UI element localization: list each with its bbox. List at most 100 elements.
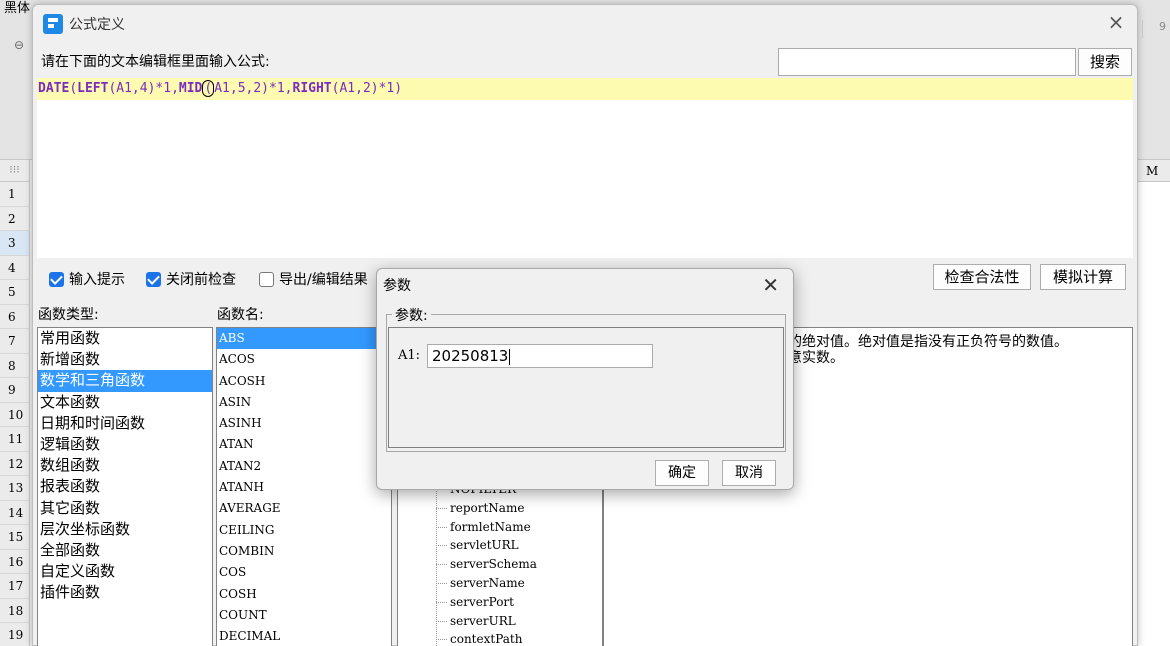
category-item[interactable]: 文本函数 <box>38 392 212 413</box>
category-item[interactable]: 报表函数 <box>38 476 212 497</box>
app-logo-icon <box>43 14 63 34</box>
row-header-column: 1 2 3 4 5 6 7 8 9 10 11 12 13 14 15 16 1… <box>0 182 30 646</box>
category-item[interactable]: 逻辑函数 <box>38 434 212 455</box>
tree-item[interactable]: serverName <box>398 574 602 593</box>
dialog-titlebar: 公式定义 × <box>33 5 1137 41</box>
row-number[interactable]: 15 <box>0 525 30 550</box>
matched-paren: ( <box>202 80 215 97</box>
formula-token: RIGHT <box>292 81 332 96</box>
close-icon[interactable]: ✕ <box>762 273 779 297</box>
row-number[interactable]: 6 <box>0 304 30 329</box>
checkbox-checked-icon[interactable] <box>146 271 161 287</box>
function-item[interactable]: ACOSH <box>217 371 391 392</box>
tree-item[interactable]: servletURL <box>398 536 602 555</box>
row-number[interactable]: 17 <box>0 574 30 599</box>
category-item-selected[interactable]: 数学和三角函数 <box>38 370 212 392</box>
tree-item[interactable]: reportName <box>398 499 602 518</box>
function-item[interactable]: ACOS <box>217 349 391 370</box>
parameter-group: 参数: A1: 20250813 <box>386 305 786 452</box>
parameter-value: 20250813 <box>432 347 509 365</box>
parameter-field-label: A1: <box>398 348 421 363</box>
parameter-value-input[interactable]: 20250813 <box>427 344 653 368</box>
row-number[interactable]: 3 <box>0 231 30 256</box>
function-category-list[interactable]: 常用函数 新增函数 数学和三角函数 文本函数 日期和时间函数 逻辑函数 数组函数… <box>37 327 213 646</box>
check-validity-button[interactable]: 检查合法性 <box>933 264 1031 290</box>
function-item-selected[interactable]: ABS <box>217 328 391 350</box>
input-hint-option[interactable]: 输入提示 <box>49 269 125 289</box>
function-item[interactable]: COS <box>217 562 391 583</box>
function-name-label: 函数名: <box>217 307 264 323</box>
search-button[interactable]: 搜索 <box>1078 48 1132 76</box>
checkbox-unchecked-icon[interactable] <box>259 271 274 287</box>
row-number[interactable]: 18 <box>0 598 30 623</box>
category-item[interactable]: 日期和时间函数 <box>38 413 212 434</box>
formula-token: LEFT <box>77 81 109 96</box>
row-number[interactable]: 7 <box>0 329 30 354</box>
function-item[interactable]: CEILING <box>217 520 391 541</box>
row-number[interactable]: 16 <box>0 549 30 574</box>
row-number[interactable]: 4 <box>0 255 30 280</box>
column-header[interactable]: M <box>1138 160 1170 182</box>
parameter-dialog-title: 参数 <box>383 278 411 294</box>
function-name-list[interactable]: ABS ACOS ACOSH ASIN ASINH ATAN ATAN2 ATA… <box>216 327 392 646</box>
row-number[interactable]: 8 <box>0 353 30 378</box>
row-number[interactable]: 11 <box>0 427 30 452</box>
simulate-button[interactable]: 模拟计算 <box>1040 264 1126 290</box>
category-item[interactable]: 自定义函数 <box>38 561 212 582</box>
text-caret <box>509 348 511 365</box>
formula-token: MID <box>178 81 203 96</box>
select-all-corner[interactable]: ⁝⁝⁝ <box>0 160 30 182</box>
row-number[interactable]: 9 <box>0 378 30 403</box>
formula-token: (A1,4)*1, <box>108 81 179 96</box>
row-number[interactable]: 10 <box>0 402 30 427</box>
tree-item[interactable]: serverURL <box>398 612 602 631</box>
ok-button[interactable]: 确定 <box>655 460 709 486</box>
formula-token: ( <box>69 81 78 96</box>
cancel-button[interactable]: 取消 <box>722 460 776 486</box>
export-edit-result-option[interactable]: 导出/编辑结果 <box>259 269 368 289</box>
category-item[interactable]: 其它函数 <box>38 498 212 519</box>
font-selector[interactable]: 黑体 <box>4 0 30 16</box>
function-item[interactable]: ATAN <box>217 434 391 455</box>
close-icon[interactable]: × <box>1105 11 1127 33</box>
formula-token: A1,5,2)*1, <box>214 81 293 96</box>
function-item[interactable]: DECIMAL <box>217 626 391 646</box>
row-number[interactable]: 14 <box>0 500 30 525</box>
category-item[interactable]: 常用函数 <box>38 328 212 349</box>
check-before-close-option[interactable]: 关闭前检查 <box>146 269 236 289</box>
function-item[interactable]: ASIN <box>217 392 391 413</box>
category-item[interactable]: 全部函数 <box>38 540 212 561</box>
function-search-input[interactable] <box>778 48 1076 76</box>
tree-item[interactable]: formletName <box>398 518 602 537</box>
checkbox-checked-icon[interactable] <box>49 271 64 287</box>
formula-editor[interactable]: DATE(LEFT(A1,4)*1,MID(A1,5,2)*1,RIGHT(A1… <box>37 78 1133 258</box>
function-item[interactable]: COMBIN <box>217 541 391 562</box>
function-item[interactable]: ATANH <box>217 477 391 498</box>
function-item[interactable]: ASINH <box>217 413 391 434</box>
category-label: 函数类型: <box>38 307 99 323</box>
row-number[interactable]: 2 <box>0 206 30 231</box>
ruler-label: 9 <box>1142 20 1170 38</box>
category-item[interactable]: 层次坐标函数 <box>38 519 212 540</box>
function-item[interactable]: COUNT <box>217 605 391 626</box>
formula-token: DATE <box>38 81 70 96</box>
function-item[interactable]: AVERAGE <box>217 498 391 519</box>
tree-item[interactable]: serverPort <box>398 593 602 612</box>
function-item[interactable]: COSH <box>217 584 391 605</box>
row-number[interactable]: 13 <box>0 476 30 501</box>
row-number[interactable]: 12 <box>0 451 30 476</box>
parameter-group-label: 参数: <box>392 305 431 325</box>
category-item[interactable]: 新增函数 <box>38 349 212 370</box>
tree-item[interactable]: serverSchema <box>398 555 602 574</box>
tree-item[interactable]: contextPath <box>398 630 602 646</box>
row-number[interactable]: 5 <box>0 280 30 305</box>
formula-prompt: 请在下面的文本编辑框里面输入公式: <box>41 54 270 70</box>
row-number[interactable]: 19 <box>0 623 30 646</box>
category-item[interactable]: 数组函数 <box>38 455 212 476</box>
formula-line[interactable]: DATE(LEFT(A1,4)*1,MID(A1,5,2)*1,RIGHT(A1… <box>37 78 1133 100</box>
function-item[interactable]: ATAN2 <box>217 456 391 477</box>
row-number[interactable]: 1 <box>0 182 30 207</box>
sheet-column-m: M <box>1138 160 1170 646</box>
category-item[interactable]: 插件函数 <box>38 582 212 603</box>
collapse-icon[interactable]: ⊖ <box>14 38 24 52</box>
